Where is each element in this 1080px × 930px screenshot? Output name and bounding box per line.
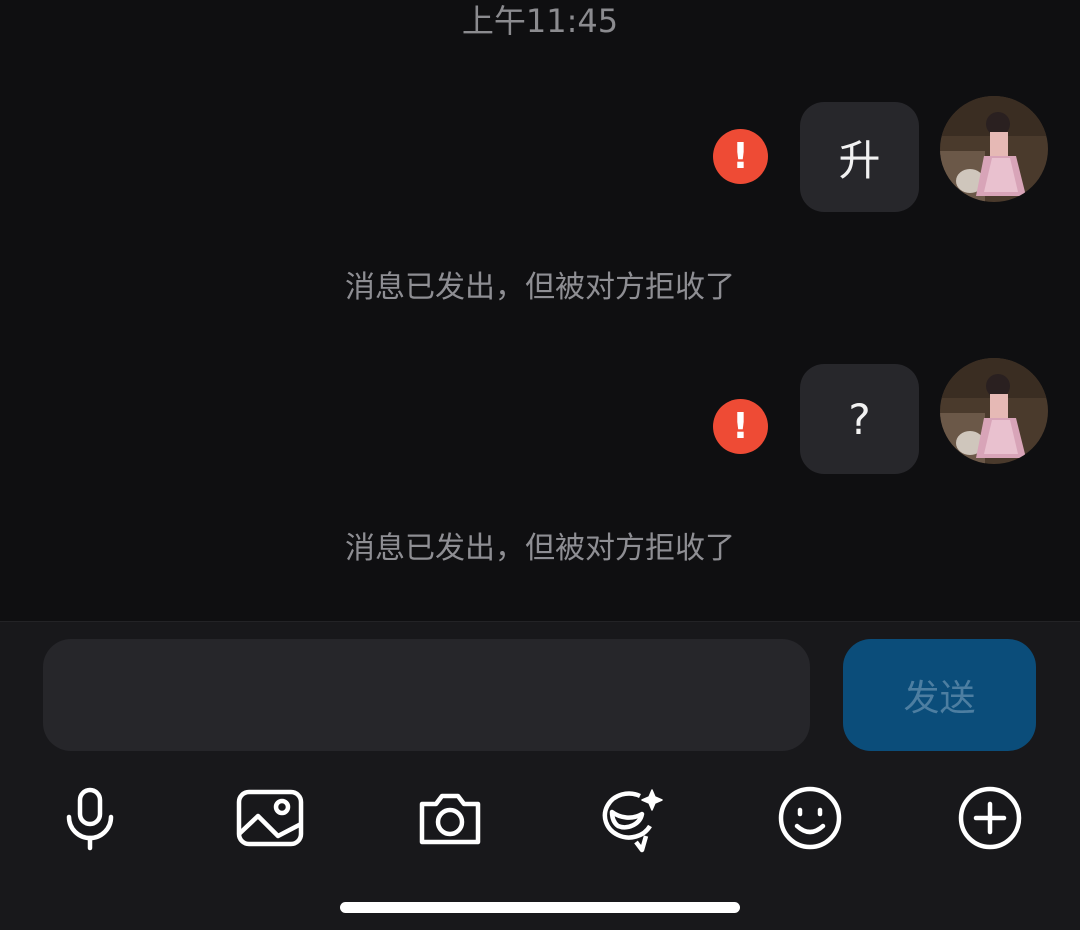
emoji-icon[interactable]	[774, 782, 846, 854]
composer-panel: 发送	[0, 621, 1080, 930]
message-input[interactable]	[43, 639, 810, 751]
microphone-icon[interactable]	[54, 782, 126, 854]
home-indicator[interactable]	[340, 902, 740, 913]
camera-icon[interactable]	[414, 782, 486, 854]
message-row: ! ?	[0, 358, 1080, 474]
rejection-notice: 消息已发出，但被对方拒收了	[345, 531, 735, 566]
ai-sticker-icon[interactable]	[594, 782, 666, 854]
message-row: ! 升	[0, 96, 1080, 212]
error-badge-icon[interactable]: !	[713, 399, 768, 454]
avatar[interactable]	[940, 358, 1048, 464]
plus-icon[interactable]	[954, 782, 1026, 854]
message-timestamp: 上午11:45	[461, 2, 619, 40]
send-button[interactable]: 发送	[843, 639, 1036, 751]
rejection-notice: 消息已发出，但被对方拒收了	[345, 270, 735, 305]
avatar[interactable]	[940, 96, 1048, 202]
error-badge-icon[interactable]: !	[713, 129, 768, 184]
message-bubble[interactable]: 升	[800, 102, 919, 212]
message-bubble[interactable]: ?	[800, 364, 919, 474]
image-icon[interactable]	[234, 782, 306, 854]
